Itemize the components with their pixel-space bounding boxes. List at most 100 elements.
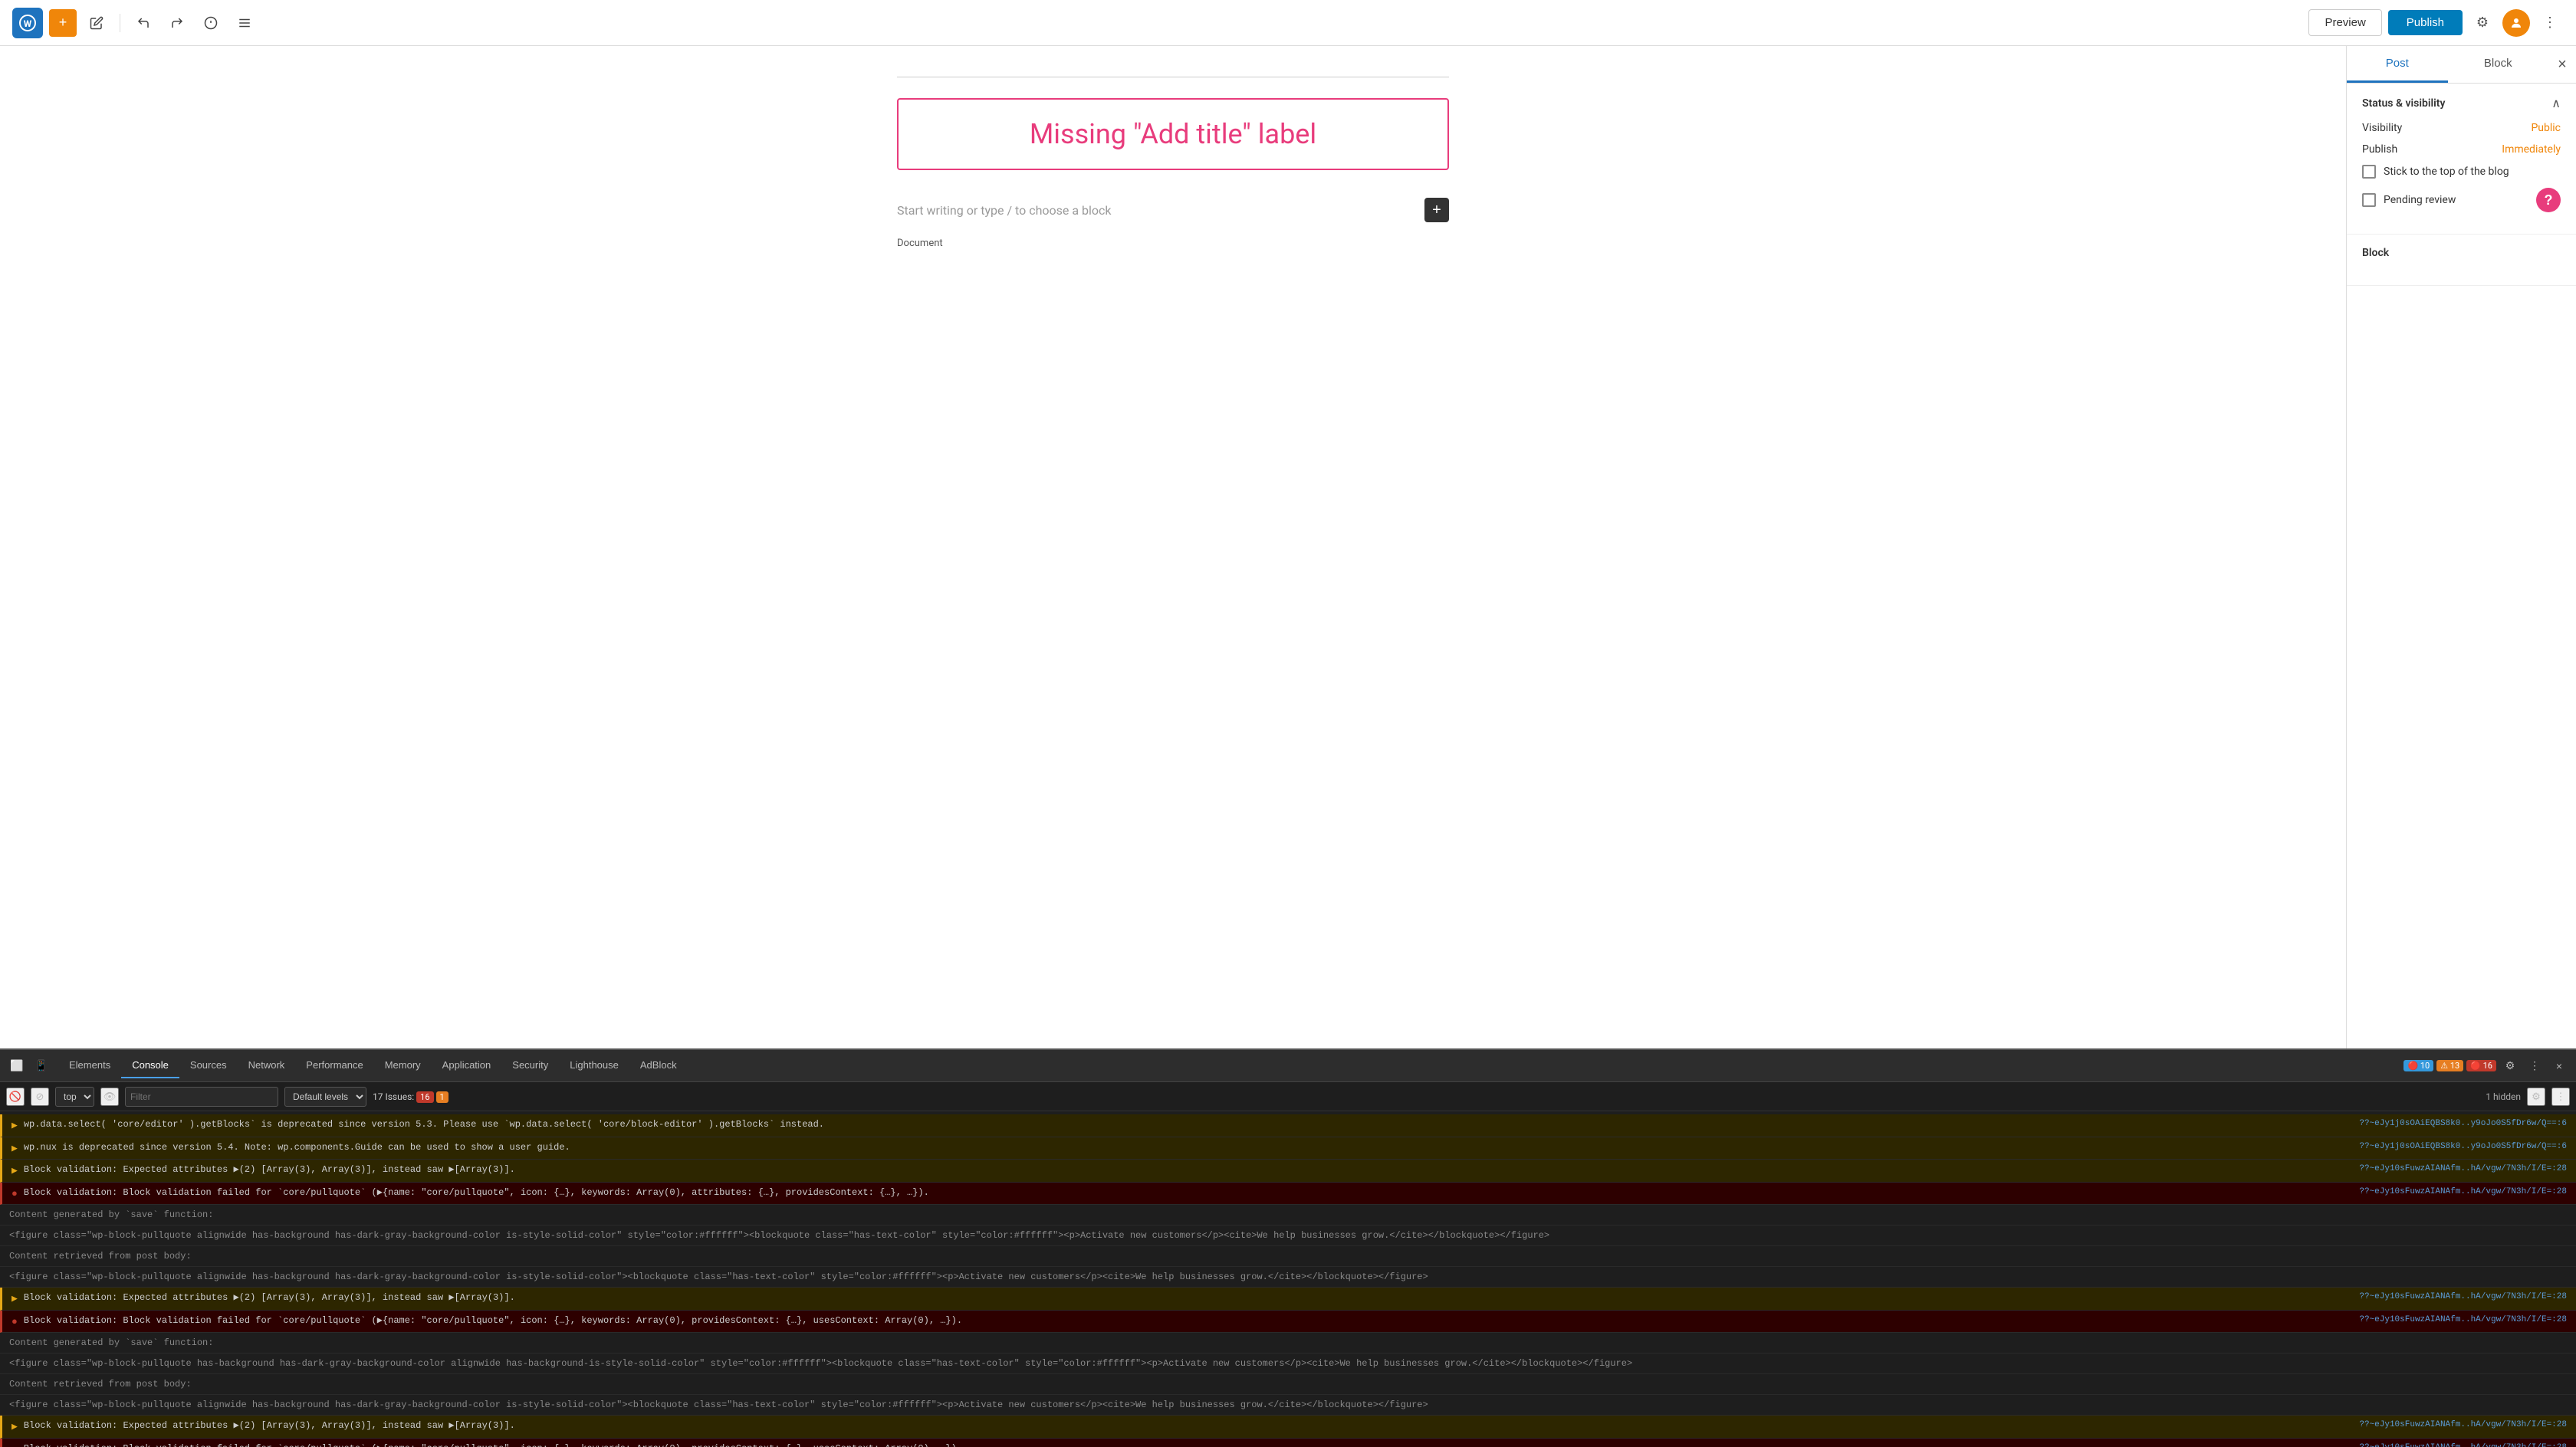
publish-button[interactable]: Publish [2388, 10, 2463, 35]
user-avatar-button[interactable] [2502, 9, 2530, 37]
console-clear-button[interactable]: 🚫 [6, 1088, 25, 1106]
console-line-source[interactable]: ??~eJy10sFuwzAIANAfm..hA/vgw/7N3h/I/E=:2… [2359, 1291, 2567, 1304]
edit-mode-button[interactable] [83, 9, 110, 37]
tab-post[interactable]: Post [2347, 46, 2448, 83]
console-line-source[interactable]: ??~eJy10sFuwzAIANAfm..hA/vgw/7N3h/I/E=:2… [2359, 1186, 2567, 1199]
console-filter-button[interactable]: ⊘ [31, 1088, 49, 1106]
console-line-content: Block validation: Block validation faile… [24, 1186, 2354, 1199]
tab-block[interactable]: Block [2448, 46, 2549, 83]
devtools-more-button[interactable]: ⋮ [2524, 1055, 2545, 1077]
redo-button[interactable] [163, 9, 191, 37]
console-line: Content retrieved from post body: [0, 1246, 2576, 1267]
editor-top-border [897, 77, 1449, 83]
issues-warning-badge: 1 [436, 1091, 449, 1103]
console-line-content: wp.data.select( 'core/editor' ).getBlock… [24, 1117, 2354, 1131]
devtools-console-toolbar: 🚫 ⊘ top 👁 Default levels 17 Issues: 16 1… [0, 1082, 2576, 1111]
console-line-content: Block validation: Expected attributes ▶(… [24, 1291, 2354, 1304]
title-block[interactable]: Missing "Add title" label [897, 98, 1449, 170]
devtools-icons: ⬜ 📱 [6, 1055, 52, 1077]
publish-row: Publish Immediately [2362, 143, 2561, 156]
insert-block-button[interactable]: + [1424, 198, 1449, 222]
devtools-dock-button[interactable]: ⋮ [2551, 1088, 2570, 1106]
console-line: <figure class="wp-block-pullquote has-ba… [0, 1353, 2576, 1374]
console-line: <figure class="wp-block-pullquote alignw… [0, 1226, 2576, 1246]
console-line-content: <figure class="wp-block-pullquote alignw… [9, 1398, 2567, 1412]
preview-button[interactable]: Preview [2308, 9, 2381, 36]
title-placeholder-text: Missing "Add title" label [1030, 118, 1316, 150]
devtools-device-button[interactable]: 📱 [31, 1055, 52, 1077]
console-line-icon: ▶ [12, 1291, 18, 1307]
console-line-source[interactable]: ??~eJy10sFuwzAIANAfm..hA/vgw/7N3h/I/E=:2… [2359, 1442, 2567, 1447]
console-line-content: Content generated by `save` function: [9, 1208, 2567, 1222]
console-line: ▶Block validation: Expected attributes ▶… [0, 1416, 2576, 1439]
console-line-content: <figure class="wp-block-pullquote alignw… [9, 1229, 2567, 1242]
devtools-settings-button[interactable]: ⚙ [2499, 1055, 2521, 1077]
console-line-icon: ▶ [12, 1419, 18, 1435]
devtools-tab-adblock[interactable]: AdBlock [629, 1053, 688, 1078]
devtools-tab-application[interactable]: Application [432, 1053, 502, 1078]
console-line-source[interactable]: ??~eJy1j0sOAiEQBS8k0..y9oJo0S5fDr6w/Q==:… [2359, 1140, 2567, 1153]
console-line-content: wp.nux is deprecated since version 5.4. … [24, 1140, 2354, 1154]
info-button[interactable] [197, 9, 225, 37]
warning-count-badge: ⚠ 13 [2436, 1060, 2463, 1071]
console-eye-button[interactable]: 👁 [100, 1088, 119, 1106]
editor-area: Missing "Add title" label Start writing … [0, 46, 2346, 1048]
issues-error-badge: 16 [416, 1091, 433, 1103]
console-line: <figure class="wp-block-pullquote alignw… [0, 1267, 2576, 1288]
panel-close-button[interactable]: × [2548, 51, 2576, 78]
console-line-icon: ● [12, 1442, 18, 1447]
right-panel: Post Block × Status & visibility ∧ Visib… [2346, 46, 2576, 1048]
console-line-source[interactable]: ??~eJy10sFuwzAIANAfm..hA/vgw/7N3h/I/E=:2… [2359, 1314, 2567, 1327]
devtools-tab-lighthouse[interactable]: Lighthouse [559, 1053, 629, 1078]
console-line-source[interactable]: ??~eJy1j0sOAiEQBS8k0..y9oJo0S5fDr6w/Q==:… [2359, 1117, 2567, 1130]
devtools-inspect-button[interactable]: ⬜ [6, 1055, 28, 1077]
devtools-tab-sources[interactable]: Sources [179, 1053, 238, 1078]
wp-logo: W [12, 8, 43, 38]
devtools-tabs-bar: ⬜ 📱 ElementsConsoleSourcesNetworkPerform… [0, 1050, 2576, 1082]
console-filter-input[interactable] [125, 1087, 278, 1107]
section-collapse-button[interactable]: ∧ [2551, 96, 2561, 111]
console-line-icon: ● [12, 1186, 18, 1202]
console-line-source[interactable]: ??~eJy10sFuwzAIANAfm..hA/vgw/7N3h/I/E=:2… [2359, 1163, 2567, 1176]
block-section-header: Block [2362, 247, 2561, 262]
block-section: Block [2347, 235, 2576, 286]
list-view-button[interactable] [231, 9, 258, 37]
devtools-tab-console[interactable]: Console [121, 1053, 179, 1078]
svg-text:W: W [24, 18, 32, 29]
console-line: Content generated by `save` function: [0, 1205, 2576, 1226]
add-block-button[interactable]: + [49, 9, 77, 37]
devtools-tab-security[interactable]: Security [501, 1053, 559, 1078]
devtools-console-content[interactable]: ▶ wp.data.select( 'core/editor' ).getBloc… [0, 1111, 2576, 1447]
devtools-tab-network[interactable]: Network [238, 1053, 296, 1078]
panel-tabs: Post Block × [2347, 46, 2576, 84]
stick-checkbox[interactable] [2362, 165, 2376, 179]
more-options-button[interactable]: ⋮ [2536, 9, 2564, 37]
console-line: Content retrieved from post body: [0, 1374, 2576, 1395]
console-context-select[interactable]: top [55, 1087, 94, 1107]
devtools-tabs-right: 🔴 10 ⚠ 13 🔴 16 ⚙ ⋮ × [2404, 1055, 2570, 1077]
pending-label: Pending review [2384, 194, 2456, 206]
publish-label: Publish [2362, 143, 2397, 156]
content-block[interactable]: Start writing or type / to choose a bloc… [897, 189, 1449, 231]
console-levels-select[interactable]: Default levels [284, 1087, 366, 1107]
devtools-tab-performance[interactable]: Performance [295, 1053, 373, 1078]
pending-checkbox[interactable] [2362, 193, 2376, 207]
console-line: <figure class="wp-block-pullquote alignw… [0, 1395, 2576, 1416]
console-line: ● Block validation: Block validation fail… [0, 1439, 2576, 1447]
issues-label: 17 Issues: 16 1 [373, 1091, 449, 1102]
devtools-close-button[interactable]: × [2548, 1055, 2570, 1077]
devtools-tab-elements[interactable]: Elements [58, 1053, 121, 1078]
visibility-value[interactable]: Public [2531, 122, 2561, 134]
console-line: ▶wp.data.select( 'core/editor' ).getBloc… [0, 1114, 2576, 1137]
publish-value[interactable]: Immediately [2502, 143, 2561, 156]
settings-button[interactable]: ⚙ [2469, 9, 2496, 37]
visibility-label: Visibility [2362, 122, 2402, 134]
undo-button[interactable] [130, 9, 157, 37]
section-header: Status & visibility ∧ [2362, 96, 2561, 111]
console-line-source[interactable]: ??~eJy10sFuwzAIANAfm..hA/vgw/7N3h/I/E=:2… [2359, 1419, 2567, 1432]
stick-checkbox-row: Stick to the top of the blog [2362, 165, 2561, 179]
devtools-settings-icon[interactable]: ⚙ [2527, 1088, 2545, 1106]
devtools-tab-memory[interactable]: Memory [374, 1053, 432, 1078]
help-button[interactable]: ? [2536, 188, 2561, 212]
console-line-content: Block validation: Block validation faile… [24, 1442, 2354, 1447]
